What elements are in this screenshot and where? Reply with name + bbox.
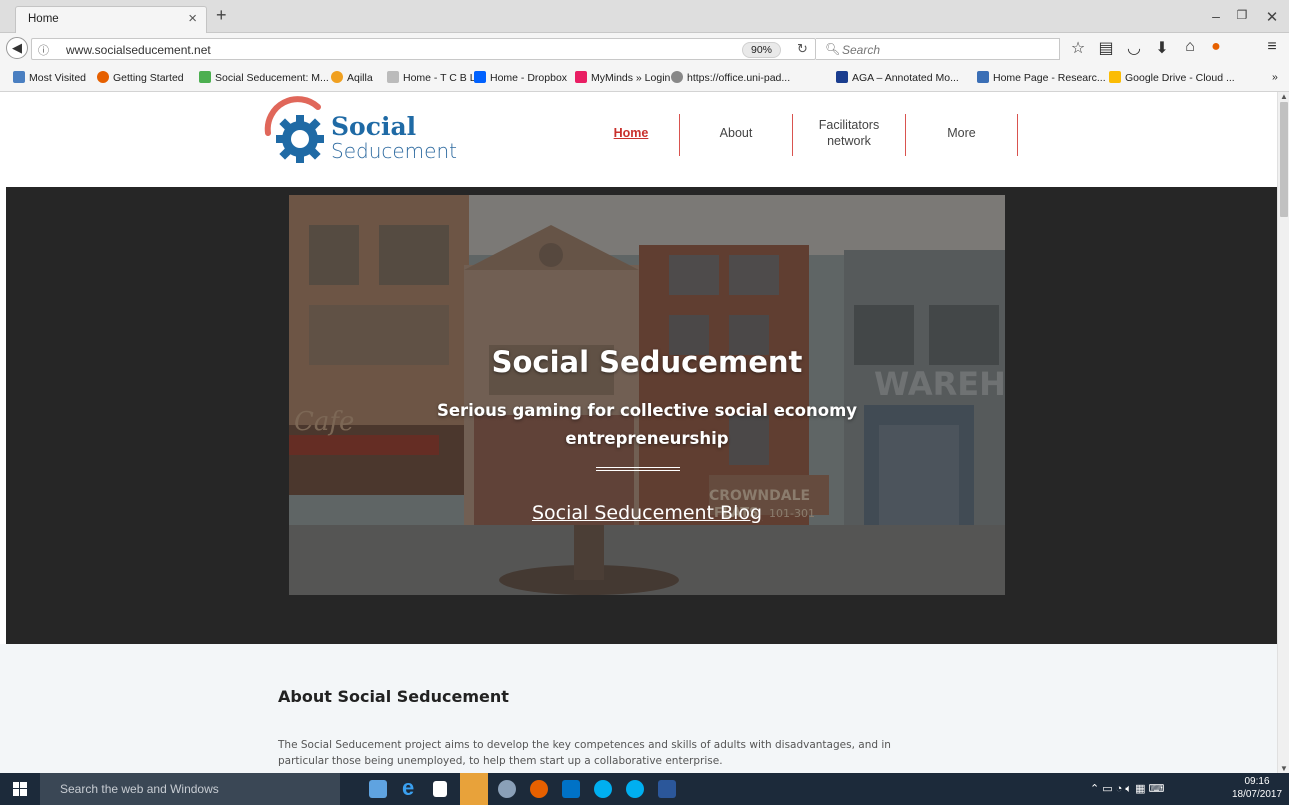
nav-facilitators-network[interactable]: Facilitators network — [793, 110, 905, 156]
file-explorer-icon[interactable] — [369, 780, 387, 798]
bookmark-google-drive[interactable]: Google Drive - Cloud ... — [1109, 71, 1235, 84]
logo-text-social[interactable]: Social — [331, 112, 416, 141]
hero-divider — [596, 467, 680, 471]
navigation-toolbar: ◀ ⓘ www.socialseducement.net 90% ↻ 🔍︎ ☆ … — [0, 33, 1289, 64]
bookmarks-toolbar: Most Visited Getting Started Social Sedu… — [0, 64, 1289, 92]
town-street-illustration: Cafe CROWNDALE FLATS 101-301 WAREHOU — [289, 195, 1005, 595]
taskbar-search[interactable]: Search the web and Windows — [40, 773, 340, 805]
bookmark-star-icon[interactable]: ☆ — [1068, 38, 1088, 58]
tab-title: Home — [28, 13, 59, 25]
web-page: Social Seducement Home About Facilitator… — [0, 92, 1277, 773]
page-scrollbar[interactable]: ▲ ▼ — [1277, 92, 1289, 773]
download-icon[interactable]: ⬇ — [1152, 38, 1172, 58]
bookmark-most-visited[interactable]: Most Visited — [13, 71, 86, 84]
addon-icon[interactable]: ● — [1206, 38, 1226, 56]
tab-bar: Home × + – ❐ ✕ — [0, 0, 1289, 34]
bookmark-getting-started[interactable]: Getting Started — [97, 71, 184, 84]
bookmark-myminds[interactable]: MyMinds » Login — [575, 71, 670, 84]
system-tray-icons[interactable]: ⌃ ▭ ◔ 🔈︎ ▦ ⌨ — [1090, 782, 1164, 796]
bookmark-social-seducement[interactable]: Social Seducement: M... — [199, 71, 329, 84]
dropbox-icon — [474, 71, 486, 83]
browser-tab[interactable]: Home × — [15, 6, 207, 34]
myminds-icon — [575, 71, 587, 83]
social-seducement-logo-icon[interactable] — [262, 95, 334, 167]
info-icon[interactable]: ⓘ — [38, 42, 49, 58]
tcbl-icon — [387, 71, 399, 83]
about-paragraph: The Social Seducement project aims to de… — [278, 739, 891, 767]
clock-date: 18/07/2017 — [1231, 789, 1283, 800]
restore-icon[interactable]: ❐ — [1232, 8, 1252, 22]
globe-icon — [671, 71, 683, 83]
scroll-up-icon[interactable]: ▲ — [1280, 92, 1288, 101]
nav-more[interactable]: More — [906, 110, 1017, 156]
windows-taskbar: Search the web and Windows e ⌃ ▭ ◔ 🔈︎ ▦ … — [0, 773, 1289, 805]
about-section: About Social Seducement The Social Seduc… — [0, 644, 1277, 773]
taskbar-search-text: Search the web and Windows — [60, 782, 219, 796]
search-box[interactable]: 🔍︎ — [816, 38, 1060, 60]
windows-start-icon[interactable] — [0, 773, 40, 805]
clock-time: 09:16 — [1244, 776, 1270, 787]
firefox-icon[interactable] — [530, 780, 548, 798]
bookmark-aga[interactable]: AGA – Annotated Mo... — [836, 71, 959, 84]
tab-close-icon[interactable]: × — [188, 10, 197, 27]
scroll-down-icon[interactable]: ▼ — [1280, 764, 1288, 773]
aga-icon — [836, 71, 848, 83]
address-bar[interactable]: ⓘ www.socialseducement.net 90% ↻ — [31, 38, 816, 60]
scrollbar-thumb[interactable] — [1280, 102, 1288, 217]
home-icon[interactable]: ⌂ — [1180, 38, 1200, 56]
back-icon[interactable]: ◀ — [6, 37, 28, 59]
nav-home[interactable]: Home — [583, 110, 679, 156]
word-icon[interactable] — [658, 780, 676, 798]
new-tab-icon[interactable]: + — [216, 5, 227, 26]
search-input[interactable] — [842, 41, 1042, 58]
search-icon: 🔍︎ — [825, 42, 841, 56]
app-icon[interactable] — [498, 780, 516, 798]
taskbar-clock[interactable]: 09:16 18/07/2017 — [1228, 775, 1286, 801]
pocket-icon[interactable]: ◡ — [1124, 38, 1144, 58]
aqilla-icon — [331, 71, 343, 83]
bookmarks-overflow-icon[interactable]: » — [1272, 71, 1278, 83]
url-text[interactable]: www.socialseducement.net — [66, 43, 211, 57]
close-window-icon[interactable]: ✕ — [1262, 8, 1282, 26]
skype-business-icon[interactable] — [626, 780, 644, 798]
hero-banner: Cafe CROWNDALE FLATS 101-301 WAREHOU — [6, 187, 1277, 644]
hero-title: Social Seducement — [491, 345, 803, 379]
reload-icon[interactable]: ↻ — [797, 41, 808, 57]
bookmark-office[interactable]: https://office.uni-pad... — [671, 71, 790, 84]
bookmark-dropbox[interactable]: Home - Dropbox — [474, 71, 567, 84]
folder-icon — [13, 71, 25, 83]
nav-about[interactable]: About — [680, 110, 792, 156]
blog-link[interactable]: Social Seducement Blog — [289, 502, 1005, 524]
outlook-icon[interactable] — [562, 780, 580, 798]
skype-icon[interactable] — [594, 780, 612, 798]
zoom-indicator[interactable]: 90% — [742, 42, 782, 58]
minimize-icon[interactable]: – — [1206, 8, 1226, 24]
pq-icon — [977, 71, 989, 83]
google-drive-icon — [1109, 71, 1121, 83]
reading-list-icon[interactable]: ▤ — [1096, 38, 1116, 58]
hero-subtitle: Serious gaming for collective social eco… — [436, 401, 858, 448]
bookmark-tcbl[interactable]: Home - T C B L — [387, 71, 476, 84]
nav-divider — [1017, 114, 1018, 156]
edge-icon[interactable]: e — [402, 775, 420, 800]
bookmark-research[interactable]: Home Page - Researc... — [977, 71, 1106, 84]
store-icon[interactable] — [433, 781, 447, 797]
chrome-active-icon[interactable] — [460, 773, 488, 805]
bookmark-aqilla[interactable]: Aqilla — [331, 71, 373, 84]
about-heading: About Social Seducement — [278, 687, 509, 706]
menu-icon[interactable]: ≡ — [1262, 38, 1282, 56]
firefox-icon — [97, 71, 109, 83]
site-icon — [199, 71, 211, 83]
logo-text-seducement[interactable]: Seducement — [331, 139, 457, 163]
